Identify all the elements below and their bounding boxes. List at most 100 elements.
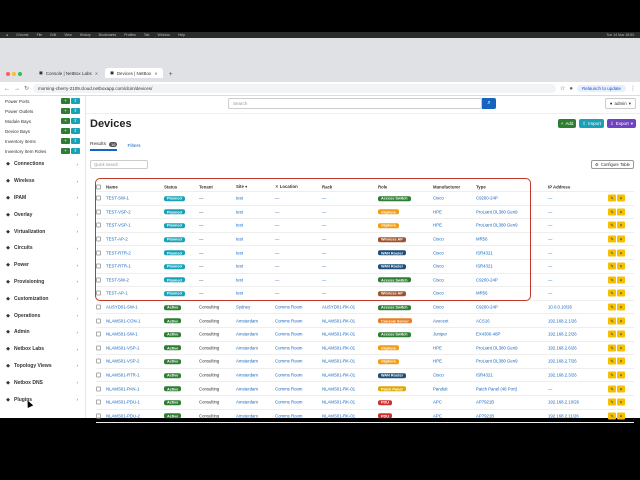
tab-results[interactable]: Results 16 bbox=[90, 142, 118, 151]
location-link[interactable]: Comms Room bbox=[275, 373, 302, 378]
edit-icon[interactable]: ✎ bbox=[608, 330, 616, 338]
header-location[interactable]: ✕ Location bbox=[275, 184, 298, 190]
configure-table-button[interactable]: ⚙ Configure Table bbox=[590, 160, 634, 169]
manufacturer-link[interactable]: Cisco bbox=[433, 250, 444, 255]
close-tab-icon[interactable]: ✕ bbox=[95, 71, 98, 76]
manufacturer-link[interactable]: Juniper bbox=[433, 332, 447, 337]
row-checkbox[interactable] bbox=[96, 263, 101, 269]
device-name-link[interactable]: TEST-AP-2 bbox=[106, 237, 128, 242]
browser-tab-active[interactable]: ◼ Devices | NetBox ✕ bbox=[105, 68, 163, 78]
rack-link[interactable]: NLAMS01-RK-01 bbox=[322, 332, 355, 337]
menubar-item[interactable]: Tab bbox=[144, 33, 150, 37]
menubar-item[interactable]: File bbox=[37, 33, 43, 37]
sidebar-item-plugins[interactable]: ◆ Plugins › bbox=[0, 391, 85, 408]
rack-link[interactable]: NLAMS01-RK-01 bbox=[322, 359, 355, 364]
role-badge[interactable]: Access Switch bbox=[378, 196, 411, 202]
manufacturer-link[interactable]: APC bbox=[433, 413, 442, 418]
tenant-cell[interactable]: Consulting bbox=[199, 305, 219, 310]
edit-icon[interactable]: ✎ bbox=[608, 208, 616, 216]
header-status[interactable]: Status bbox=[164, 184, 177, 189]
import-icon[interactable]: ⇧ bbox=[71, 148, 80, 154]
location-link[interactable]: Comms Room bbox=[275, 345, 302, 350]
role-badge[interactable]: Patch Panel bbox=[378, 386, 406, 392]
sidebar-subitem[interactable]: Power Outlets + ⇧ bbox=[0, 106, 85, 116]
tenant-cell[interactable]: — bbox=[199, 209, 203, 214]
location-link[interactable]: — bbox=[275, 223, 279, 228]
rack-link[interactable]: — bbox=[322, 237, 326, 242]
ip-address-link[interactable]: — bbox=[548, 237, 552, 242]
ip-address-link[interactable]: — bbox=[548, 277, 552, 282]
role-badge[interactable]: vSphere bbox=[378, 223, 399, 229]
manufacturer-link[interactable]: HPE bbox=[433, 359, 442, 364]
menubar-item[interactable]: History bbox=[80, 33, 91, 37]
sidebar-item-admin[interactable]: ◆ Admin › bbox=[0, 324, 85, 341]
site-link[interactable]: test bbox=[236, 250, 243, 255]
rack-link[interactable]: AUSYD01-RK-01 bbox=[322, 305, 355, 310]
ip-address-link[interactable]: 192.168.2.7/26 bbox=[548, 359, 577, 364]
menubar-item[interactable]: Profiles bbox=[124, 33, 136, 37]
edit-icon[interactable]: ✎ bbox=[608, 371, 616, 379]
role-badge[interactable]: WAN Router bbox=[378, 372, 407, 378]
device-type-link[interactable]: ISR4321 bbox=[476, 264, 493, 269]
header-site[interactable]: Site ▾ bbox=[236, 184, 247, 190]
location-link[interactable]: Comms Room bbox=[275, 400, 302, 405]
device-type-link[interactable]: ProLiant DL380 Gen9 bbox=[476, 223, 518, 228]
back-icon[interactable]: ← bbox=[4, 86, 10, 92]
manufacturer-link[interactable]: Cisco bbox=[433, 373, 444, 378]
ip-address-link[interactable]: — bbox=[548, 250, 552, 255]
tenant-cell[interactable]: Consulting bbox=[199, 345, 219, 350]
edit-icon[interactable]: ✎ bbox=[608, 385, 616, 393]
tenant-cell[interactable]: Consulting bbox=[199, 318, 219, 323]
sidebar-item-customization[interactable]: ◆ Customization › bbox=[0, 290, 85, 307]
import-icon[interactable]: ⇧ bbox=[71, 98, 80, 104]
row-checkbox[interactable] bbox=[96, 386, 101, 392]
site-link[interactable]: Sydney bbox=[236, 305, 250, 310]
edit-icon[interactable]: ✎ bbox=[608, 317, 616, 325]
menu-kebab-icon[interactable]: ⋮ bbox=[630, 85, 636, 92]
manufacturer-link[interactable]: Cisco bbox=[433, 264, 444, 269]
device-name-link[interactable]: AUSYD01-SW-1 bbox=[106, 305, 138, 310]
device-type-link[interactable]: ProLiant DL380 Gen9 bbox=[476, 345, 518, 350]
chevron-down-icon[interactable]: ▾ bbox=[617, 371, 625, 379]
device-type-link[interactable]: ProLiant DL380 Gen9 bbox=[476, 359, 518, 364]
device-name-link[interactable]: TEST-SW-1 bbox=[106, 196, 129, 201]
rack-link[interactable]: NLAMS01-RK-01 bbox=[322, 345, 355, 350]
location-link[interactable]: Comms Room bbox=[275, 318, 302, 323]
device-type-link[interactable]: ISR4321 bbox=[476, 373, 493, 378]
rack-link[interactable]: — bbox=[322, 250, 326, 255]
role-badge[interactable]: Access Switch bbox=[378, 331, 411, 337]
manufacturer-link[interactable]: Cisco bbox=[433, 277, 444, 282]
sidebar-item-topology-views[interactable]: ◆ Topology Views › bbox=[0, 358, 85, 375]
role-badge[interactable]: PDU bbox=[378, 413, 393, 419]
import-icon[interactable]: ⇧ bbox=[71, 118, 80, 124]
site-link[interactable]: Amsterdam bbox=[236, 318, 258, 323]
edit-icon[interactable]: ✎ bbox=[608, 412, 616, 420]
row-checkbox[interactable] bbox=[96, 318, 101, 324]
menubar-item[interactable]: Edit bbox=[50, 33, 56, 37]
site-link[interactable]: Amsterdam bbox=[236, 386, 258, 391]
new-tab-icon[interactable]: + bbox=[165, 71, 177, 78]
import-icon[interactable]: ⇧ bbox=[71, 108, 80, 114]
device-name-link[interactable]: NLAMS01-VSP-2 bbox=[106, 359, 139, 364]
device-name-link[interactable]: TEST-SW-2 bbox=[106, 277, 129, 282]
rack-link[interactable]: NLAMS01-RK-01 bbox=[322, 386, 355, 391]
edit-icon[interactable]: ✎ bbox=[608, 194, 616, 202]
sidebar-item-provisioning[interactable]: ◆ Provisioning › bbox=[0, 274, 85, 291]
ip-address-link[interactable]: 192.168.2.11/26 bbox=[548, 413, 579, 418]
header-type[interactable]: Type bbox=[476, 184, 486, 189]
row-checkbox[interactable] bbox=[96, 250, 101, 256]
site-link[interactable]: Amsterdam bbox=[236, 332, 258, 337]
site-link[interactable]: test bbox=[236, 223, 243, 228]
add-icon[interactable]: + bbox=[61, 138, 70, 144]
role-badge[interactable]: vSphere bbox=[378, 359, 399, 365]
edit-icon[interactable]: ✎ bbox=[608, 221, 616, 229]
header-role[interactable]: Role bbox=[378, 184, 387, 189]
sidebar-item-operations[interactable]: ◆ Operations › bbox=[0, 307, 85, 324]
device-name-link[interactable]: NLAMS01-CON-1 bbox=[106, 318, 140, 323]
tenant-cell[interactable]: Consulting bbox=[199, 373, 219, 378]
chevron-down-icon[interactable]: ▾ bbox=[617, 330, 625, 338]
chevron-down-icon[interactable]: ▾ bbox=[617, 317, 625, 325]
role-badge[interactable]: Wireless AP bbox=[378, 236, 406, 242]
rack-link[interactable]: — bbox=[322, 291, 326, 296]
tenant-cell[interactable]: — bbox=[199, 237, 203, 242]
